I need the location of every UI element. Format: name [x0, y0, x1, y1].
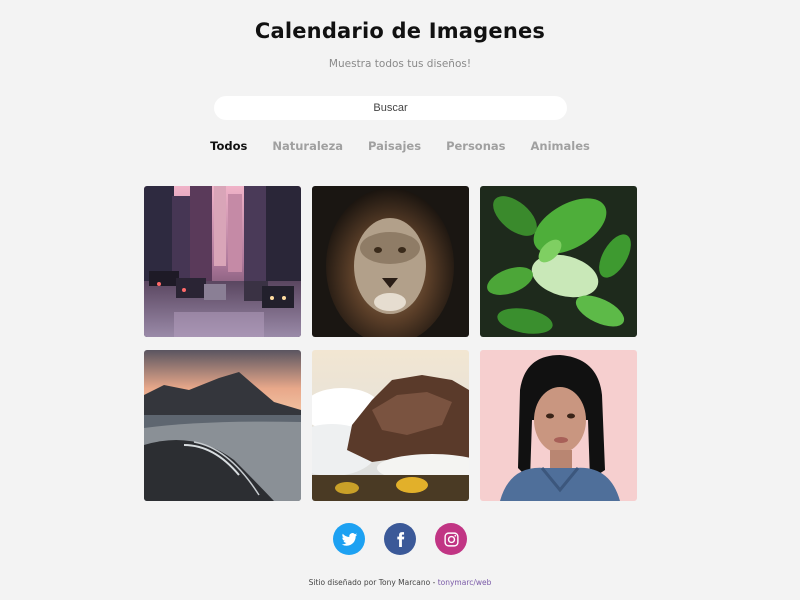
instagram-icon	[443, 531, 459, 547]
image-gallery	[144, 186, 637, 501]
page: Calendario de Imagenes Muestra todos tus…	[0, 0, 800, 600]
gallery-image-lion[interactable]	[312, 186, 469, 337]
facebook-icon	[396, 531, 404, 547]
footer-text: Sitio diseñado por Tony Marcano -	[308, 578, 438, 587]
page-subtitle: Muestra todos tus diseños!	[328, 58, 472, 70]
instagram-button[interactable]	[435, 523, 467, 555]
filter-tabs: Todos Naturaleza Paisajes Personas Anima…	[0, 139, 800, 153]
filter-tab-todos[interactable]: Todos	[210, 139, 247, 153]
social-links	[0, 523, 800, 555]
filter-tab-animales[interactable]: Animales	[531, 139, 590, 153]
gallery-image-woman[interactable]	[480, 350, 637, 501]
page-title: Calendario de Imagenes	[254, 19, 546, 43]
footer-link[interactable]: tonymarc/web	[438, 578, 492, 587]
filter-tab-naturaleza[interactable]: Naturaleza	[272, 139, 343, 153]
gallery-image-mountains[interactable]	[144, 350, 301, 501]
gallery-image-clouds[interactable]	[312, 350, 469, 501]
footer: Sitio diseñado por Tony Marcano - tonyma…	[0, 578, 800, 587]
gallery-image-leaves[interactable]	[480, 186, 637, 337]
filter-tab-paisajes[interactable]: Paisajes	[368, 139, 421, 153]
twitter-button[interactable]	[333, 523, 365, 555]
facebook-button[interactable]	[384, 523, 416, 555]
twitter-icon	[341, 532, 357, 546]
search-input[interactable]	[214, 96, 567, 120]
filter-tab-personas[interactable]: Personas	[446, 139, 505, 153]
gallery-image-city[interactable]	[144, 186, 301, 337]
